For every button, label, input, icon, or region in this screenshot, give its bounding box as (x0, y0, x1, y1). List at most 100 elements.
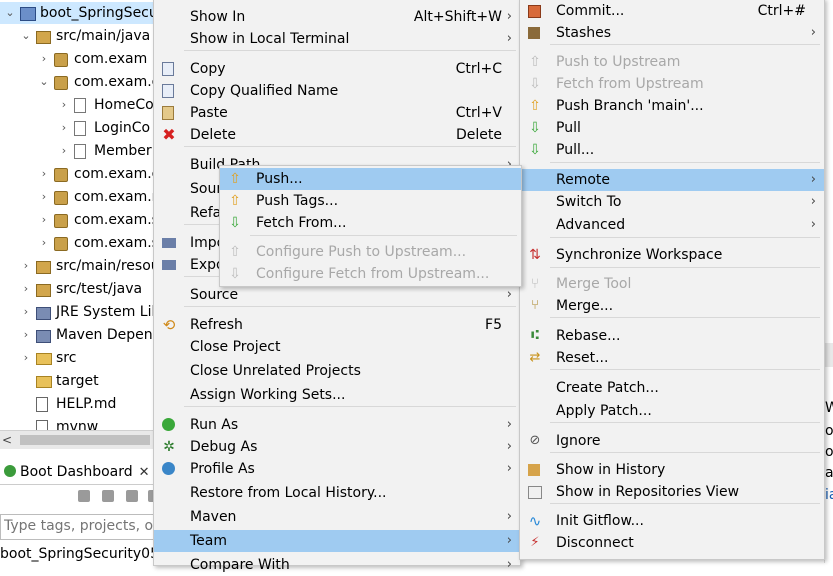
menu-item-label: Run As (190, 417, 239, 433)
context-menu-item-team[interactable]: Team › (154, 530, 520, 552)
context-menu-item-copy-qualified-name[interactable]: Copy Qualified Name (154, 80, 520, 102)
collapsed-arrow-icon[interactable]: › (20, 347, 32, 369)
boot-dashboard-search[interactable] (0, 514, 158, 540)
team-menu-item-remote[interactable]: Remote › (520, 169, 824, 191)
menu-item-label: Rebase... (556, 328, 621, 344)
team-menu-item-disconnect[interactable]: ⚡ Disconnect (520, 532, 824, 554)
collapsed-arrow-icon[interactable]: › (20, 301, 32, 323)
menu-item-label: Delete (190, 127, 236, 143)
team-menu-item-advanced[interactable]: Advanced › (520, 214, 824, 236)
tree-item[interactable]: › Maven Depen (0, 324, 160, 346)
team-menu-item-switch-to[interactable]: Switch To › (520, 191, 824, 213)
debug-icon[interactable] (102, 490, 114, 502)
context-menu-item-paste[interactable]: Paste Ctrl+V (154, 102, 520, 124)
tree-item[interactable]: › com.exam (0, 48, 160, 70)
menu-item-label: Assign Working Sets... (190, 387, 346, 403)
collapsed-arrow-icon[interactable]: › (38, 186, 50, 208)
expanded-arrow-icon[interactable]: ⌄ (38, 71, 50, 93)
merge-tool-icon: ⑂ (530, 276, 540, 292)
tree-item[interactable]: › com.exam.c (0, 163, 160, 185)
context-menu-item-refresh[interactable]: ⟲ Refresh F5 (154, 314, 520, 336)
context-menu-item-run-as[interactable]: Run As › (154, 414, 520, 436)
scrollbar-thumb[interactable] (20, 435, 150, 445)
collapsed-arrow-icon[interactable]: › (58, 94, 70, 116)
team-menu-item-create-patch[interactable]: Create Patch... (520, 377, 824, 399)
tree-horizontal-scrollbar[interactable]: < (0, 430, 160, 449)
remote-menu-item-push-tags[interactable]: ⇧ Push Tags... (220, 190, 521, 212)
team-menu-item-reset[interactable]: ⇄ Reset... (520, 347, 824, 369)
tree-item[interactable]: target (0, 370, 160, 392)
collapsed-arrow-icon[interactable]: › (38, 48, 50, 70)
tree-item[interactable]: mvnw (0, 416, 160, 430)
submenu-arrow-icon: › (506, 9, 512, 24)
team-menu-item-push-branch-main[interactable]: ⇧ Push Branch 'main'... (520, 95, 824, 117)
team-menu-item-synchronize-workspace[interactable]: ⇅ Synchronize Workspace (520, 244, 824, 266)
context-menu-item-debug-as[interactable]: ✲ Debug As › (154, 436, 520, 458)
search-input[interactable] (1, 515, 157, 537)
remote-menu-item-fetch-from[interactable]: ⇩ Fetch From... (220, 212, 521, 234)
expanded-arrow-icon[interactable]: ⌄ (4, 2, 16, 24)
tree-item[interactable]: ⌄ boot_SpringSecu (0, 2, 160, 24)
tree-item[interactable]: HELP.md (0, 393, 160, 415)
collapsed-arrow-icon[interactable]: › (38, 232, 50, 254)
stop-icon[interactable] (126, 490, 138, 502)
team-menu-item-init-gitflow[interactable]: ∿ Init Gitflow... (520, 510, 824, 532)
fetch-upstream-icon: ⇩ (529, 76, 541, 92)
collapsed-arrow-icon[interactable]: › (20, 278, 32, 300)
menu-item-label: Init Gitflow... (556, 513, 644, 529)
tree-item[interactable]: › com.exam.s (0, 209, 160, 231)
tree-item[interactable]: › HomeCo (0, 94, 160, 116)
context-menu-item-assign-working-sets[interactable]: Assign Working Sets... (154, 384, 520, 406)
collapsed-arrow-icon[interactable]: › (20, 324, 32, 346)
collapsed-arrow-icon[interactable]: › (58, 117, 70, 139)
tree-item-label: src/test/java (56, 281, 143, 297)
team-menu-item-apply-patch[interactable]: Apply Patch... (520, 400, 824, 422)
tree-item[interactable]: › src (0, 347, 160, 369)
remote-menu-item-push[interactable]: ⇧ Push... (220, 168, 521, 190)
context-menu-item-compare-with[interactable]: Compare With › (154, 554, 520, 576)
team-menu-item-show-in-history[interactable]: Show in History (520, 459, 824, 481)
context-menu-item-copy[interactable]: Copy Ctrl+C (154, 58, 520, 80)
pull-icon: ⇩ (529, 120, 541, 136)
tree-item[interactable]: › com.exam.s (0, 232, 160, 254)
expanded-arrow-icon[interactable]: ⌄ (20, 25, 32, 47)
tree-item[interactable]: › com.exam.m (0, 186, 160, 208)
context-menu-item-show-in-local-terminal[interactable]: Show in Local Terminal › (154, 28, 520, 50)
team-menu-item-pull[interactable]: ⇩ Pull... (520, 139, 824, 161)
collapsed-arrow-icon[interactable]: › (38, 209, 50, 231)
context-menu-item-show-in[interactable]: Show In Alt+Shift+W › (154, 6, 520, 28)
menu-item-label: Debug As (190, 439, 258, 455)
collapsed-arrow-icon[interactable]: › (38, 163, 50, 185)
team-menu-item-commit[interactable]: Commit... Ctrl+# (520, 0, 824, 22)
java-class-icon (74, 98, 86, 113)
team-menu-item-merge[interactable]: ⑂ Merge... (520, 295, 824, 317)
team-menu-item-show-in-repositories-view[interactable]: Show in Repositories View (520, 481, 824, 503)
start-icon[interactable] (78, 490, 90, 502)
context-menu-item-restore-from-local-history[interactable]: Restore from Local History... (154, 482, 520, 504)
collapsed-arrow-icon[interactable]: › (20, 255, 32, 277)
tree-item[interactable]: › src/main/resou (0, 255, 160, 277)
context-menu-item-maven[interactable]: Maven › (154, 506, 520, 528)
tree-item[interactable]: › JRE System Lib (0, 301, 160, 323)
tree-item[interactable]: ⌄ com.exam.c (0, 71, 160, 93)
context-menu-item-close-project[interactable]: Close Project (154, 336, 520, 358)
boot-dashboard-project-row[interactable]: boot_SpringSecurity05_ (0, 544, 160, 564)
scroll-left-icon[interactable]: < (2, 431, 12, 449)
context-menu-item-profile-as[interactable]: Profile As › (154, 458, 520, 480)
close-icon[interactable]: ✕ (139, 465, 150, 480)
team-menu-item-ignore[interactable]: ⊘ Ignore (520, 430, 824, 452)
context-menu-item-delete[interactable]: ✖ Delete Delete (154, 124, 520, 146)
boot-dashboard-tab[interactable]: Boot Dashboard ✕ (0, 460, 154, 484)
folder-icon (36, 376, 52, 388)
context-menu-item-source[interactable]: Source › (154, 284, 520, 306)
context-menu-item-close-unrelated-projects[interactable]: Close Unrelated Projects (154, 360, 520, 382)
team-menu-item-pull[interactable]: ⇩ Pull (520, 117, 824, 139)
tree-item[interactable]: › LoginCo (0, 117, 160, 139)
tree-item[interactable]: › src/test/java (0, 278, 160, 300)
menu-item-label: Push to Upstream (556, 54, 681, 70)
team-menu-item-stashes[interactable]: Stashes › (520, 22, 824, 44)
collapsed-arrow-icon[interactable]: › (58, 140, 70, 162)
team-menu-item-rebase[interactable]: ⑆ Rebase... (520, 325, 824, 347)
tree-item[interactable]: › Member (0, 140, 160, 162)
tree-item[interactable]: ⌄ src/main/java (0, 25, 160, 47)
